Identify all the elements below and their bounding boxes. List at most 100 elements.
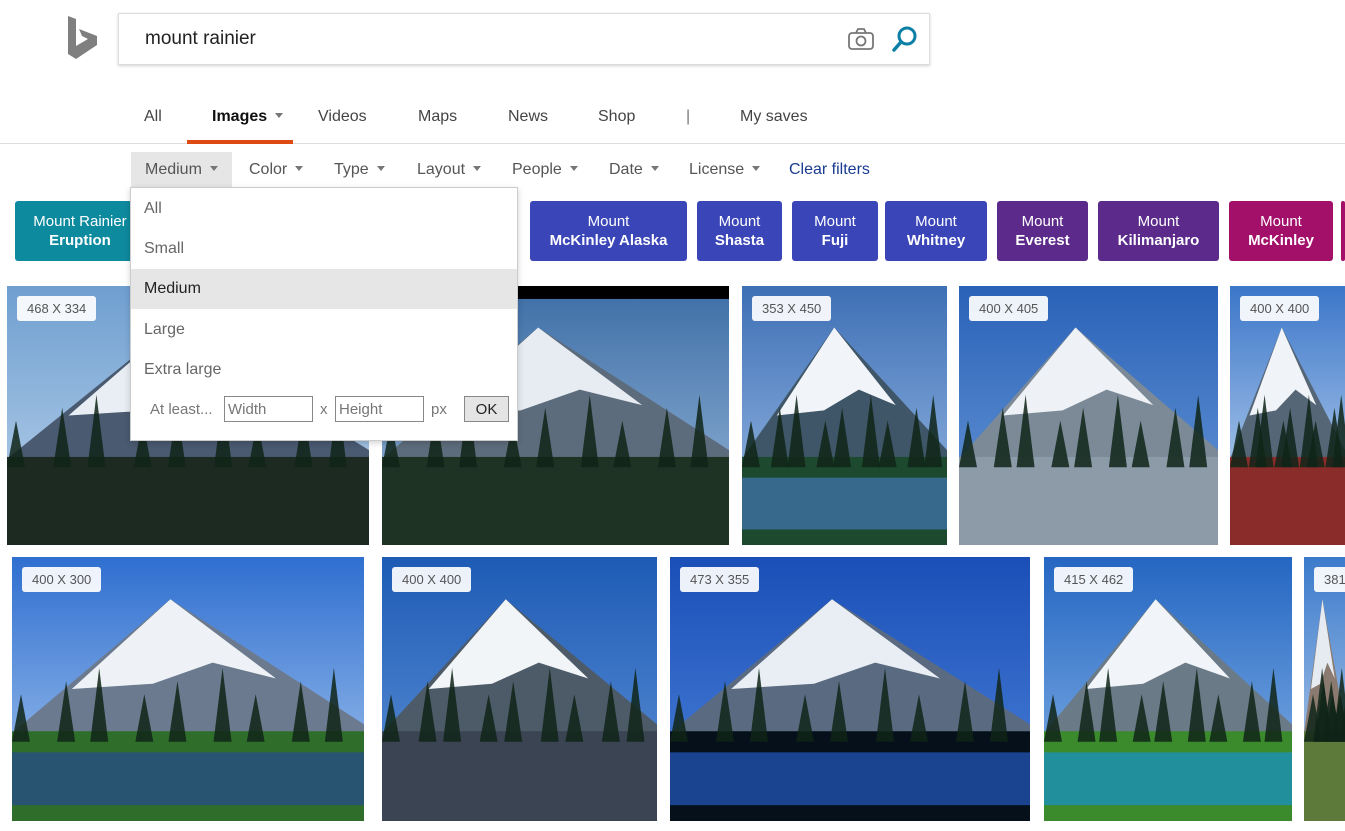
active-tab-underline xyxy=(187,140,293,144)
custom-size-row: At least... x px OK xyxy=(131,396,517,426)
chip-line2: McKinley xyxy=(1248,232,1314,249)
chevron-down-icon xyxy=(295,166,304,172)
filter-size-label: Medium xyxy=(145,161,202,178)
tab-all[interactable]: All xyxy=(144,108,162,126)
image-result[interactable]: 400 X 405 xyxy=(959,286,1218,545)
px-label: px xyxy=(431,401,447,418)
image-result[interactable]: 400 X 300 xyxy=(12,557,364,821)
filter-people[interactable]: People xyxy=(512,152,578,187)
filter-layout[interactable]: Layout xyxy=(417,152,482,187)
filter-color[interactable]: Color xyxy=(249,152,304,187)
image-result[interactable]: 400 X 400 xyxy=(382,557,657,821)
mountain-photo xyxy=(670,557,1030,821)
size-option-small[interactable]: Small xyxy=(131,229,517,269)
size-option-medium[interactable]: Medium xyxy=(131,269,517,309)
times-label: x xyxy=(320,401,328,418)
chip-line2: Shasta xyxy=(714,232,765,249)
mountain-photo xyxy=(12,557,364,821)
related-search-chip[interactable]: Mount Kilimanjaro xyxy=(1098,201,1219,261)
image-dimensions-badge: 415 X 462 xyxy=(1054,567,1134,592)
image-result[interactable]: 415 X 462 xyxy=(1044,557,1292,821)
mountain-photo xyxy=(742,286,947,545)
related-search-chip[interactable]: Mount Everest xyxy=(997,201,1088,261)
chip-line1: Mount xyxy=(587,213,630,230)
tab-images-label: Images xyxy=(212,108,268,125)
search-box xyxy=(118,13,930,65)
filter-color-label: Color xyxy=(249,161,288,178)
mountain-photo xyxy=(1230,286,1345,545)
size-option-extra-large[interactable]: Extra large xyxy=(131,350,517,390)
filter-license[interactable]: License xyxy=(689,152,761,187)
chip-line2: McKinley Alaska xyxy=(549,232,668,249)
related-search-chip[interactable]: Mount McKinley Alaska xyxy=(530,201,687,261)
chip-line1: Mount xyxy=(718,213,761,230)
filter-layout-label: Layout xyxy=(417,161,466,178)
image-result[interactable]: 400 X 400 xyxy=(1230,286,1345,545)
image-result[interactable]: 381 xyxy=(1304,557,1345,821)
size-option-large[interactable]: Large xyxy=(131,310,517,350)
vertical-tabs: All Images Videos Maps News Shop | My sa… xyxy=(0,96,1345,144)
related-search-chip-partial[interactable] xyxy=(1341,201,1345,261)
tab-my-saves[interactable]: My saves xyxy=(740,108,808,126)
chevron-down-icon xyxy=(275,113,284,119)
related-search-chip[interactable]: Mount Shasta xyxy=(697,201,782,261)
image-dimensions-badge: 400 X 300 xyxy=(22,567,102,592)
related-search-chip[interactable]: Mount Fuji xyxy=(792,201,878,261)
filter-type[interactable]: Type xyxy=(334,152,385,187)
tab-images[interactable]: Images xyxy=(212,108,284,126)
chevron-down-icon xyxy=(376,166,385,172)
mountain-photo xyxy=(959,286,1218,545)
image-dimensions-badge: 468 X 334 xyxy=(17,296,97,321)
chevron-down-icon xyxy=(209,166,218,172)
ok-button[interactable]: OK xyxy=(464,396,509,422)
related-search-chip[interactable]: Mount Rainier Eruption xyxy=(15,201,145,261)
image-dimensions-badge: 473 X 355 xyxy=(680,567,760,592)
nav-separator: | xyxy=(686,108,691,125)
size-option-all[interactable]: All xyxy=(131,189,517,229)
search-input[interactable] xyxy=(145,14,825,64)
image-dimensions-badge: 400 X 400 xyxy=(392,567,472,592)
filter-date[interactable]: Date xyxy=(609,152,659,187)
image-dimensions-badge: 353 X 450 xyxy=(752,296,832,321)
tab-maps[interactable]: Maps xyxy=(418,108,457,126)
camera-icon[interactable] xyxy=(847,27,875,51)
chip-line1: Mount xyxy=(915,213,957,230)
chip-line2: Fuji xyxy=(821,232,849,249)
chip-line2: Eruption xyxy=(49,232,111,249)
bing-logo-icon[interactable] xyxy=(64,14,102,62)
chip-line1: Mount xyxy=(814,213,856,230)
image-result[interactable]: 473 X 355 xyxy=(670,557,1030,821)
at-least-label: At least... xyxy=(150,401,213,418)
clear-filters-link[interactable]: Clear filters xyxy=(789,152,870,187)
tab-videos[interactable]: Videos xyxy=(318,108,367,126)
mountain-photo xyxy=(1044,557,1292,821)
mountain-photo xyxy=(382,557,657,821)
chevron-down-icon xyxy=(473,166,482,172)
height-input[interactable] xyxy=(335,396,424,422)
chip-line1: Mount xyxy=(1021,213,1064,230)
chip-line1: Mount Rainier xyxy=(33,213,127,230)
image-dimensions-badge: 400 X 400 xyxy=(1240,296,1320,321)
related-search-chip[interactable]: Mount McKinley xyxy=(1229,201,1333,261)
image-result[interactable]: 353 X 450 xyxy=(742,286,947,545)
mountain-photo xyxy=(1304,557,1345,821)
chevron-down-icon xyxy=(650,166,659,172)
filter-people-label: People xyxy=(512,161,562,178)
filter-date-label: Date xyxy=(609,161,643,178)
related-search-chip[interactable]: Mount Whitney xyxy=(885,201,987,261)
search-icon[interactable] xyxy=(891,25,919,53)
tab-news[interactable]: News xyxy=(508,108,548,126)
filter-license-label: License xyxy=(689,161,745,178)
size-dropdown: All Small Medium Large Extra large At le… xyxy=(130,187,518,441)
chip-line2: Everest xyxy=(1015,232,1070,249)
chevron-down-icon xyxy=(569,166,578,172)
width-input[interactable] xyxy=(224,396,313,422)
chip-line2: Kilimanjaro xyxy=(1117,232,1200,249)
filter-size[interactable]: Medium xyxy=(131,152,232,187)
tab-shop[interactable]: Shop xyxy=(598,108,635,126)
chip-line1: Mount xyxy=(1260,213,1302,230)
filter-type-label: Type xyxy=(334,161,369,178)
image-dimensions-badge: 381 xyxy=(1314,567,1345,592)
chip-line2: Whitney xyxy=(906,232,966,249)
chip-line1: Mount xyxy=(1137,213,1180,230)
